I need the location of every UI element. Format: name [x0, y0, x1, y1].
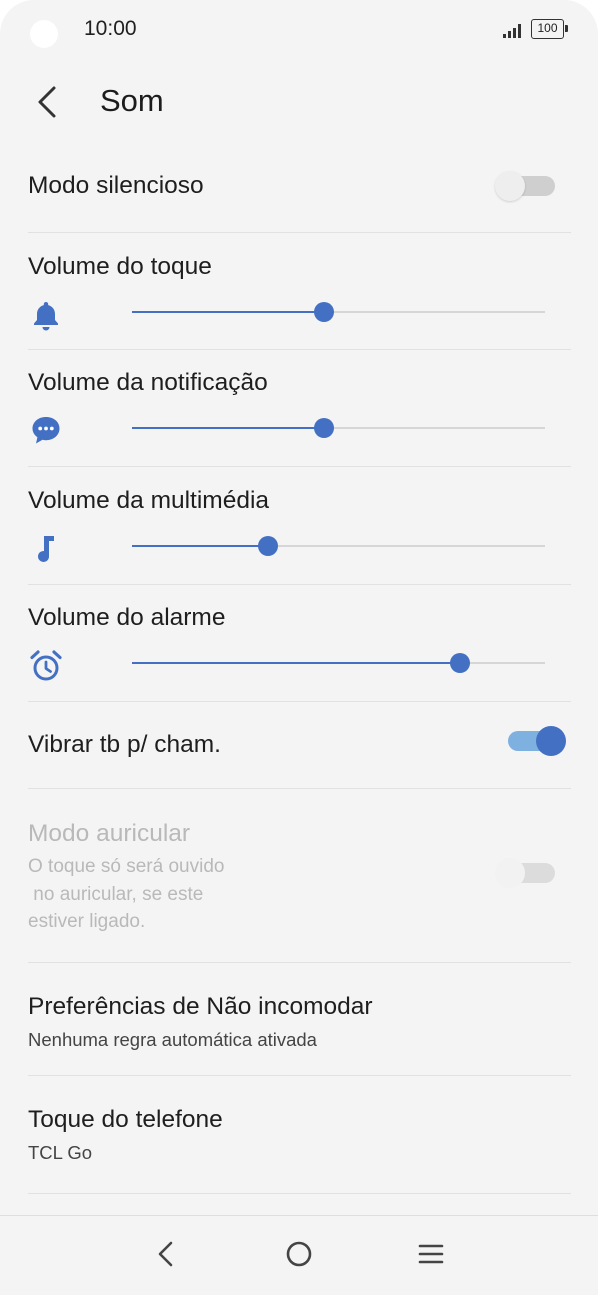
slider-thumb[interactable] — [314, 418, 335, 438]
divider — [28, 788, 571, 789]
divider — [28, 349, 571, 350]
media-volume-slider[interactable] — [132, 536, 545, 556]
divider — [28, 1193, 571, 1194]
earpiece-mode-description-line: O toque só será ouvido — [28, 856, 225, 877]
slider-thumb[interactable] — [450, 653, 471, 673]
divider — [28, 962, 571, 963]
ringtone-volume-label: Volume do toque — [28, 253, 212, 280]
dnd-preferences-label: Preferências de Não incomodar — [28, 993, 373, 1020]
bell-icon — [34, 302, 58, 331]
slider-thumb[interactable] — [258, 536, 279, 556]
alarm-clock-icon — [30, 650, 62, 681]
slider-fill — [132, 545, 269, 547]
status-bar: 10:00 100 — [0, 0, 598, 60]
navigation-bar — [0, 1215, 598, 1295]
signal-icon — [503, 24, 523, 38]
divider — [28, 1075, 571, 1076]
music-note-icon — [38, 536, 54, 562]
media-volume-label: Volume da multimédia — [28, 487, 270, 514]
screen: 10:00 100 Som Modo silencioso Volume do … — [0, 0, 598, 1295]
earpiece-mode-description-line: estiver ligado. — [28, 911, 146, 932]
nav-back-icon[interactable] — [146, 1234, 186, 1274]
nav-home-icon[interactable] — [279, 1234, 319, 1274]
vibrate-calls-label: Vibrar tb p/ cham. — [28, 731, 221, 758]
back-arrow-icon[interactable] — [28, 80, 68, 124]
earpiece-mode-description-line: no auricular, se este — [28, 884, 204, 905]
battery-icon: 100 — [531, 19, 568, 39]
slider-fill — [132, 311, 325, 313]
slider-fill — [132, 662, 461, 664]
earpiece-mode-label: Modo auricular — [28, 820, 191, 847]
silent-mode-label: Modo silencioso — [28, 172, 204, 199]
chat-bubble-icon — [32, 417, 60, 444]
divider — [28, 232, 571, 233]
page-title: Som — [100, 83, 164, 118]
status-time: 10:00 — [84, 17, 137, 40]
alarm-volume-slider[interactable] — [132, 653, 545, 673]
camera-cutout — [30, 20, 58, 48]
slider-thumb[interactable] — [314, 302, 335, 322]
divider — [28, 584, 571, 585]
dnd-preferences-summary: Nenhuma regra automática ativada — [28, 1029, 317, 1050]
divider — [28, 701, 571, 702]
divider — [28, 466, 571, 467]
phone-ringtone-summary: TCL Go — [28, 1142, 93, 1163]
slider-fill — [132, 427, 325, 429]
ringtone-volume-slider[interactable] — [132, 302, 545, 322]
nav-menu-icon[interactable] — [411, 1234, 451, 1274]
phone-ringtone-label: Toque do telefone — [28, 1106, 223, 1133]
alarm-volume-label: Volume do alarme — [28, 604, 226, 631]
notification-volume-label: Volume da notificação — [28, 369, 268, 396]
notification-volume-slider[interactable] — [132, 418, 545, 438]
